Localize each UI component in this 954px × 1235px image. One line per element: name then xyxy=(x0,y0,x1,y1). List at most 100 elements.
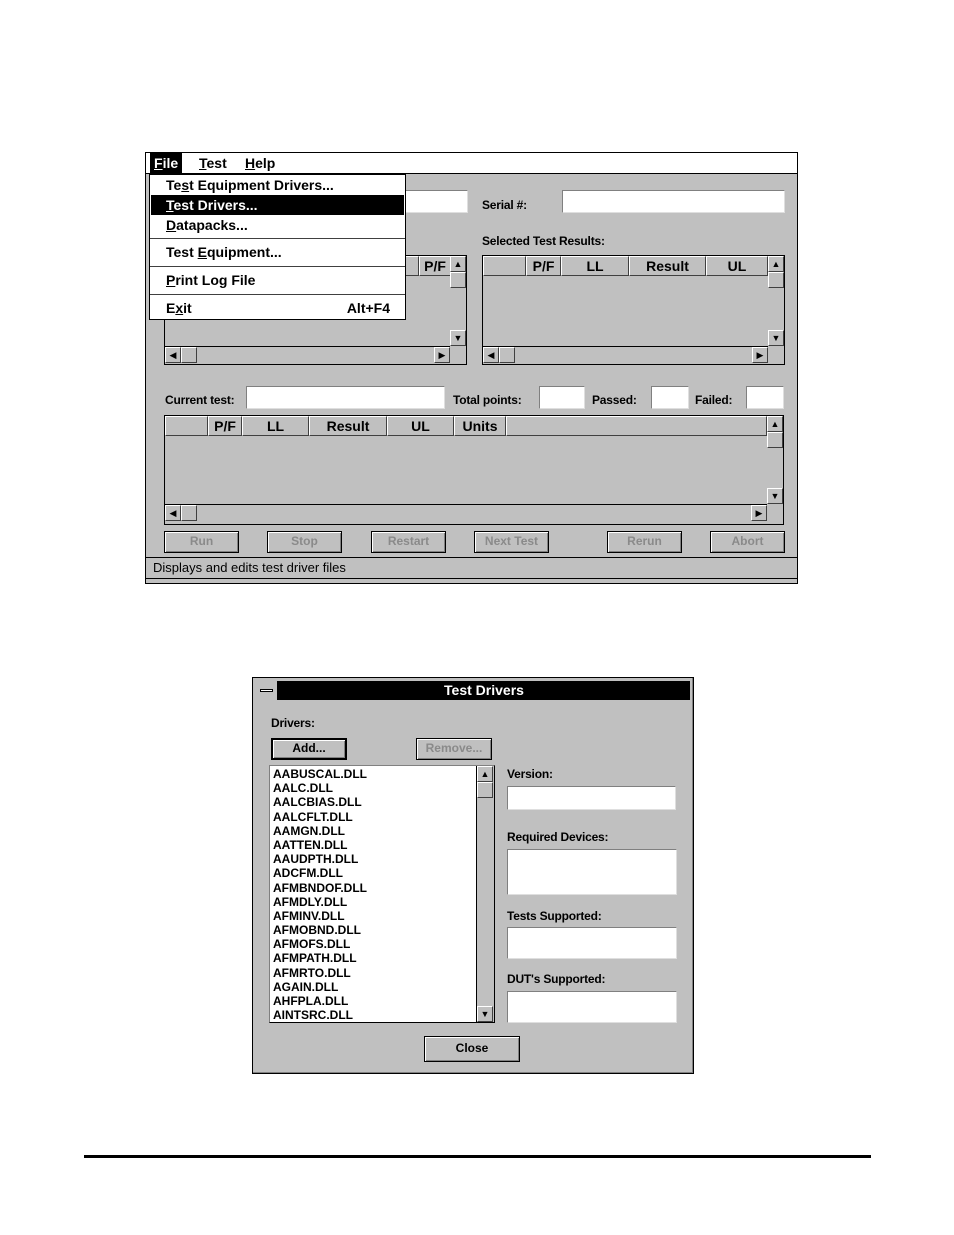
column-header-ul[interactable]: UL xyxy=(706,256,768,276)
driver-list-item[interactable]: AINTSRC.DLL xyxy=(270,1008,476,1022)
menu-separator xyxy=(150,294,405,295)
scroll-up-arrow-icon[interactable]: ▲ xyxy=(768,256,784,272)
serial-field[interactable] xyxy=(562,190,785,213)
menu-item-text: Te xyxy=(166,177,182,193)
scroll-down-arrow-icon[interactable]: ▼ xyxy=(767,488,783,504)
driver-list-item[interactable]: ADCFM.DLL xyxy=(270,866,476,880)
add-button[interactable]: Add... xyxy=(271,738,347,760)
selected-results-table: P/F LL Result UL ▲ ▼ ◀ ▶ xyxy=(482,255,785,365)
file-menu-dropdown: Test Equipment Drivers... Test Drivers..… xyxy=(149,174,406,320)
column-header-ll[interactable]: LL xyxy=(561,256,629,276)
tests-supported-field[interactable] xyxy=(507,927,677,959)
driver-list-item[interactable]: AAMGN.DLL xyxy=(270,824,476,838)
duts-supported-field[interactable] xyxy=(507,991,677,1023)
driver-list-item[interactable]: AFMDLY.DLL xyxy=(270,895,476,909)
scroll-thumb[interactable] xyxy=(767,432,783,448)
driver-list-item[interactable]: AFMOBND.DLL xyxy=(270,923,476,937)
remove-button[interactable]: Remove... xyxy=(416,738,492,760)
menu-item-test-equipment-drivers[interactable]: Test Equipment Drivers... xyxy=(151,175,404,195)
drivers-listbox[interactable]: AABUSCAL.DLL AALC.DLL AALCBIAS.DLL AALCFLT.… xyxy=(269,765,495,1023)
horizontal-scrollbar[interactable] xyxy=(483,346,768,364)
failed-field[interactable] xyxy=(746,386,784,409)
system-menu-button[interactable] xyxy=(256,681,278,700)
column-header-ul[interactable]: UL xyxy=(387,416,454,436)
scroll-right-arrow-icon[interactable]: ▶ xyxy=(752,347,768,363)
driver-list-item[interactable]: AFMBNDOF.DLL xyxy=(270,881,476,895)
menu-item-test-equipment[interactable]: Test Equipment... xyxy=(151,242,404,262)
menu-item-test-drivers[interactable]: Test Drivers... xyxy=(151,195,404,215)
scroll-down-arrow-icon[interactable]: ▼ xyxy=(768,330,784,346)
drivers-label: Drivers: xyxy=(271,716,315,730)
scroll-left-arrow-icon[interactable]: ◀ xyxy=(483,347,499,363)
driver-list-item[interactable]: AALCBIAS.DLL xyxy=(270,795,476,809)
scroll-up-arrow-icon[interactable]: ▲ xyxy=(477,766,493,782)
driver-list-item[interactable]: AAUDPTH.DLL xyxy=(270,852,476,866)
scroll-left-arrow-icon[interactable]: ◀ xyxy=(165,347,181,363)
left-column-header-pf[interactable]: P/F xyxy=(419,256,451,276)
column-header-pf[interactable]: P/F xyxy=(526,256,561,276)
menu-help-rest: elp xyxy=(255,155,276,171)
scroll-thumb[interactable] xyxy=(768,272,784,288)
driver-list-item[interactable]: AALCFLT.DLL xyxy=(270,810,476,824)
driver-list-item[interactable]: AFMRTO.DLL xyxy=(270,966,476,980)
scroll-right-arrow-icon[interactable]: ▶ xyxy=(434,347,450,363)
menu-item-datapacks[interactable]: Datapacks... xyxy=(151,215,404,235)
run-button[interactable]: Run xyxy=(164,531,239,553)
driver-list-item[interactable]: AFMOFS.DLL xyxy=(270,937,476,951)
menu-item-print-log-file[interactable]: Print Log File xyxy=(151,270,404,290)
driver-list-item[interactable]: AABUSCAL.DLL xyxy=(270,767,476,781)
hidden-left-field[interactable] xyxy=(401,190,468,213)
abort-button[interactable]: Abort xyxy=(710,531,785,553)
scroll-up-arrow-icon[interactable]: ▲ xyxy=(767,416,783,432)
column-header-ll[interactable]: LL xyxy=(242,416,309,436)
menu-help[interactable]: Help xyxy=(241,153,279,173)
scroll-right-arrow-icon[interactable]: ▶ xyxy=(751,505,767,521)
h-scroll-thumb[interactable] xyxy=(181,505,197,521)
restart-button[interactable]: Restart xyxy=(371,531,446,553)
scroll-down-arrow-icon[interactable]: ▼ xyxy=(450,330,466,346)
close-button[interactable]: Close xyxy=(424,1036,520,1062)
horizontal-scrollbar[interactable] xyxy=(165,346,450,364)
menu-item-text: atapacks... xyxy=(176,217,248,233)
driver-list-item[interactable]: AALC.DLL xyxy=(270,781,476,795)
menu-item-exit[interactable]: Exit Alt+F4 xyxy=(151,298,404,318)
required-devices-label: Required Devices: xyxy=(507,830,609,844)
menu-item-mnemonic: s xyxy=(181,177,190,193)
driver-list-item[interactable]: AFMINV.DLL xyxy=(270,909,476,923)
column-header-blank[interactable] xyxy=(165,416,208,436)
total-points-label: Total points: xyxy=(453,393,522,407)
scroll-up-arrow-icon[interactable]: ▲ xyxy=(450,256,466,272)
horizontal-scrollbar[interactable] xyxy=(165,504,767,524)
status-bar: Displays and edits test driver files xyxy=(146,557,797,579)
stop-button[interactable]: Stop xyxy=(267,531,342,553)
column-header-result[interactable]: Result xyxy=(309,416,387,436)
menu-item-text: it xyxy=(183,300,192,316)
total-points-field[interactable] xyxy=(539,386,585,409)
current-test-field[interactable] xyxy=(246,386,445,409)
required-devices-field[interactable] xyxy=(507,849,677,895)
column-header-blank[interactable] xyxy=(483,256,526,276)
h-scroll-thumb[interactable] xyxy=(181,347,197,363)
scroll-thumb[interactable] xyxy=(477,782,493,798)
driver-list-item[interactable]: AATTEN.DLL xyxy=(270,838,476,852)
next-test-button[interactable]: Next Test xyxy=(474,531,549,553)
h-scroll-thumb[interactable] xyxy=(499,347,515,363)
menu-test[interactable]: Test xyxy=(195,153,231,173)
column-header-units[interactable]: Units xyxy=(454,416,506,436)
scroll-down-arrow-icon[interactable]: ▼ xyxy=(477,1006,493,1022)
column-header-result[interactable]: Result xyxy=(629,256,706,276)
driver-list-item[interactable]: AGAIN.DLL xyxy=(270,980,476,994)
test-drivers-dialog: Test Drivers Drivers: Add... Remove... A… xyxy=(252,677,694,1074)
driver-list-item[interactable]: AFMPATH.DLL xyxy=(270,951,476,965)
menu-item-shortcut: Alt+F4 xyxy=(346,300,390,316)
rerun-button[interactable]: Rerun xyxy=(607,531,682,553)
column-header-pf[interactable]: P/F xyxy=(208,416,242,436)
vertical-scrollbar[interactable] xyxy=(476,766,494,1022)
menu-file-rest: ile xyxy=(162,155,179,171)
menu-file[interactable]: File xyxy=(150,153,183,173)
scroll-left-arrow-icon[interactable]: ◀ xyxy=(165,505,181,521)
version-field[interactable] xyxy=(507,786,676,810)
scroll-thumb[interactable] xyxy=(450,272,466,288)
passed-field[interactable] xyxy=(651,386,689,409)
driver-list-item[interactable]: AHFPLA.DLL xyxy=(270,994,476,1008)
